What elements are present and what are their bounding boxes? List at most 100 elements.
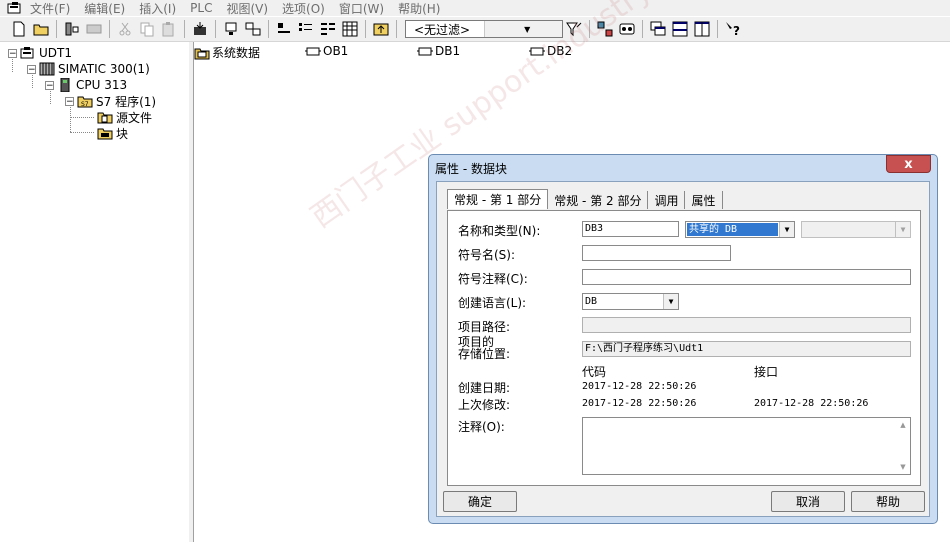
- symbol-name-field[interactable]: [582, 245, 731, 261]
- block-type-select[interactable]: 共享的 DB ▼: [685, 221, 795, 238]
- collapse-icon[interactable]: −: [8, 48, 17, 58]
- toolbar-divider: [215, 20, 216, 38]
- small-icons-icon[interactable]: [295, 18, 317, 40]
- online-icon[interactable]: [220, 18, 242, 40]
- paste-icon[interactable]: [158, 18, 180, 40]
- chevron-down-icon[interactable]: ▼: [483, 21, 562, 37]
- scroll-up-icon[interactable]: ▲: [900, 421, 905, 429]
- tree-node-cpu[interactable]: − CPU 313: [45, 77, 127, 93]
- collapse-icon[interactable]: −: [27, 64, 36, 74]
- toolbar-divider: [56, 20, 57, 38]
- tree-line: [70, 132, 94, 133]
- item-system-data[interactable]: 系统数据: [194, 44, 260, 61]
- filter-value: <无过滤>: [414, 22, 471, 37]
- collapse-icon[interactable]: −: [65, 96, 74, 106]
- memory-card-icon[interactable]: [83, 18, 105, 40]
- block-name-field[interactable]: DB3: [582, 221, 679, 237]
- s7-program-icon: S7: [77, 96, 93, 108]
- context-help-icon[interactable]: ?: [722, 18, 744, 40]
- details-icon[interactable]: [339, 18, 361, 40]
- tab-general-2[interactable]: 常规 - 第 2 部分: [548, 191, 649, 209]
- menu-file[interactable]: 文件(F): [30, 0, 70, 17]
- language-value: DB: [585, 296, 598, 307]
- chevron-down-icon[interactable]: ▼: [663, 294, 678, 309]
- open-folder-icon[interactable]: [30, 18, 52, 40]
- menu-insert[interactable]: 插入(I): [139, 0, 176, 17]
- dialog-body: 常规 - 第 1 部分 常规 - 第 2 部分 调用 属性 名称和类型(N): …: [436, 181, 930, 517]
- tile-vertical-icon[interactable]: [691, 18, 713, 40]
- chevron-down-icon[interactable]: ▼: [779, 222, 794, 237]
- copy-icon[interactable]: [136, 18, 158, 40]
- created-label: 创建日期:: [458, 381, 511, 395]
- help-button[interactable]: 帮助: [851, 491, 925, 512]
- storage-location-field: F:\西门子程序练习\Udt1: [582, 341, 911, 357]
- svg-text:?: ?: [733, 24, 740, 37]
- menu-help[interactable]: 帮助(H): [398, 0, 440, 17]
- menu-window[interactable]: 窗口(W): [339, 0, 384, 17]
- system-data-icon: [194, 48, 210, 59]
- name-type-label: 名称和类型(N):: [458, 224, 541, 238]
- symbol-label: 符号名(S):: [458, 248, 516, 262]
- tree-label: CPU 313: [76, 78, 128, 92]
- tab-calls[interactable]: 调用: [648, 191, 686, 209]
- toolbar-divider: [396, 20, 397, 38]
- tree-node-station[interactable]: − SIMATIC 300(1): [27, 61, 150, 77]
- menu-options[interactable]: 选项(O): [282, 0, 325, 17]
- modified-code-date: 2017-12-28 22:50:26: [582, 398, 697, 409]
- tree-node-program[interactable]: − S7 S7 程序(1): [65, 93, 156, 109]
- toolbar: <无过滤> ▼ ?: [0, 17, 950, 42]
- svg-text:S7: S7: [81, 101, 89, 108]
- item-db2[interactable]: DB2: [529, 44, 572, 58]
- dialog-title: 属性 - 数据块: [435, 162, 507, 176]
- tree-label: 块: [116, 126, 129, 141]
- modified-label: 上次修改:: [458, 398, 511, 412]
- station-icon: [39, 62, 55, 76]
- list-icon[interactable]: [317, 18, 339, 40]
- large-icons-icon[interactable]: [273, 18, 295, 40]
- tab-attributes[interactable]: 属性: [685, 191, 723, 209]
- filter-select[interactable]: <无过滤> ▼: [405, 20, 563, 38]
- menu-edit[interactable]: 编辑(E): [84, 0, 125, 17]
- tree-label: S7 程序(1): [96, 94, 157, 109]
- collapse-icon[interactable]: −: [45, 80, 54, 90]
- up-level-icon[interactable]: [370, 18, 392, 40]
- comment-scrollbar[interactable]: ▲ ▼: [896, 418, 910, 474]
- comment-label: 注释(O):: [458, 420, 505, 434]
- close-button[interactable]: x: [886, 155, 931, 173]
- ok-button[interactable]: 确定: [443, 491, 517, 512]
- tab-panel: 名称和类型(N): DB3 共享的 DB ▼ ▼ 符号名(S): 符号注释(C)…: [447, 210, 921, 486]
- item-label: OB1: [323, 44, 349, 58]
- offline-icon[interactable]: [242, 18, 264, 40]
- tree-node-sources[interactable]: 源文件: [97, 109, 152, 125]
- simulation-icon[interactable]: [616, 18, 638, 40]
- scroll-down-icon[interactable]: ▼: [900, 463, 905, 471]
- language-select[interactable]: DB ▼: [582, 293, 679, 310]
- project-icon: [20, 47, 34, 59]
- menu-plc[interactable]: PLC: [190, 1, 212, 15]
- filter-icon[interactable]: [563, 18, 585, 40]
- menu-view[interactable]: 视图(V): [226, 0, 268, 17]
- download-icon[interactable]: [189, 18, 211, 40]
- item-ob1[interactable]: OB1: [305, 44, 348, 58]
- cancel-button[interactable]: 取消: [771, 491, 845, 512]
- new-icon[interactable]: [8, 18, 30, 40]
- item-label: DB2: [547, 44, 573, 58]
- configure-network-icon[interactable]: [594, 18, 616, 40]
- cut-icon[interactable]: [114, 18, 136, 40]
- tab-strip: 常规 - 第 1 部分 常规 - 第 2 部分 调用 属性: [447, 189, 723, 211]
- tile-horizontal-icon[interactable]: [669, 18, 691, 40]
- comment-textarea[interactable]: ▲ ▼: [582, 417, 911, 475]
- accessible-nodes-icon[interactable]: [61, 18, 83, 40]
- block-type-value: 共享的 DB: [687, 223, 778, 236]
- item-db1[interactable]: DB1: [417, 44, 460, 58]
- tab-general-1[interactable]: 常规 - 第 1 部分: [447, 189, 549, 209]
- toolbar-divider: [109, 20, 110, 38]
- block-icon: [417, 47, 433, 56]
- tree-line: [70, 117, 94, 118]
- cascade-icon[interactable]: [647, 18, 669, 40]
- block-icon: [305, 47, 321, 56]
- symbol-comment-field[interactable]: [582, 269, 911, 285]
- tree-node-project[interactable]: − UDT1: [8, 45, 72, 61]
- symbol-comment-label: 符号注释(C):: [458, 272, 528, 286]
- tree-node-blocks[interactable]: 块: [97, 125, 128, 141]
